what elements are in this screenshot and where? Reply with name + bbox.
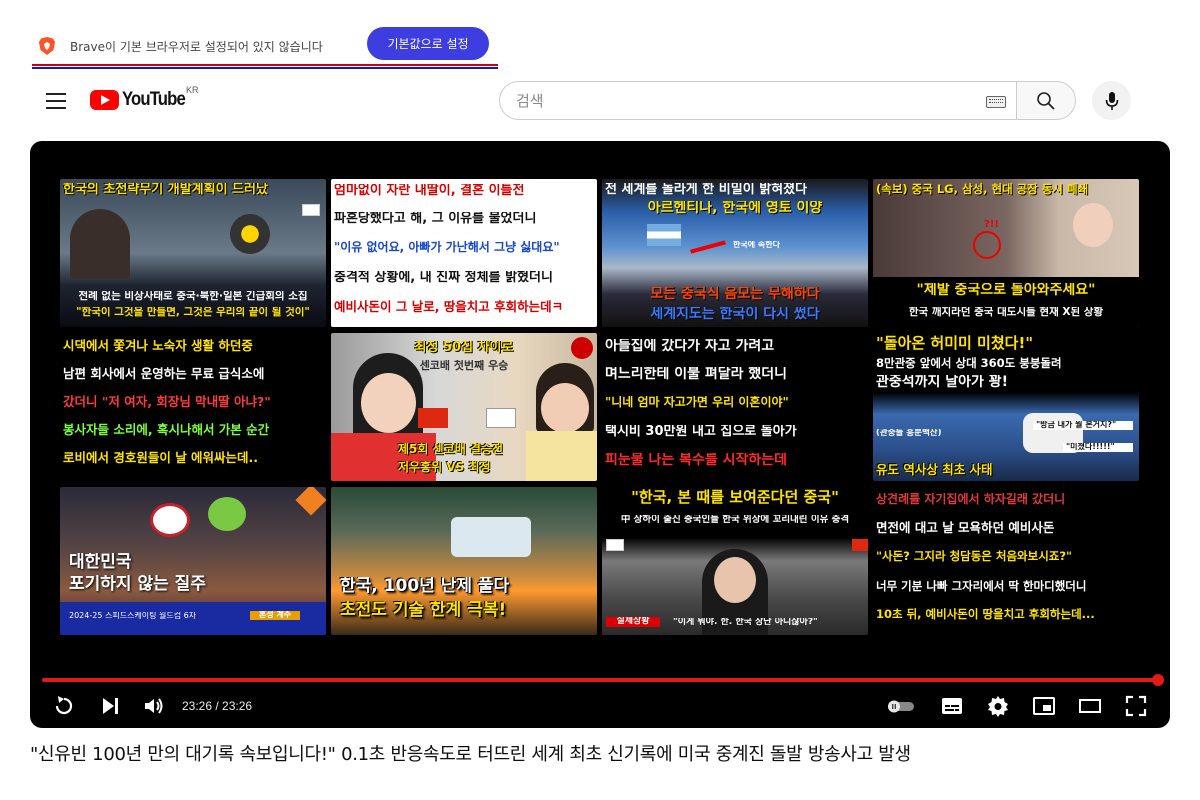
thumbnail-7-line-2: 며느리한테 이불 펴달라 했더니 — [605, 367, 788, 382]
thumbnail-9-line-2: 포기하지 않는 질주 — [69, 575, 206, 594]
end-screen-grid: 한국의 초전략무기 개발계획이 드러났 전례 없는 비상사태로 중국·북한·일본… — [60, 179, 1140, 635]
youtube-play-logo-icon — [90, 90, 119, 110]
thumbnail-1-line-3: "한국이 그것을 만들면, 그것은 우리의 끝이 될 것이" — [76, 307, 310, 318]
time-display: 23:26 / 23:26 — [182, 699, 253, 713]
thumbnail-4-line-1: (속보) 중국 LG, 삼성, 현대 공장 동시 폐쇄 — [876, 183, 1089, 196]
youtube-logo-text: YouTube — [122, 89, 186, 110]
thumbnail-5-line-5: 로비에서 경호원들이 날 에워싸는데.. — [63, 451, 259, 465]
menu-hamburger-icon[interactable] — [46, 93, 66, 109]
thumbnail-11-line-2: 中 상하이 출신 중국인들 한국 위상에 꼬리내린 이유 충격 — [620, 515, 850, 525]
thumbnail-3-line-2: 아르헨티나, 한국에 영토 이양 — [647, 201, 823, 216]
youtube-logo[interactable]: YouTube KR — [90, 85, 199, 111]
volume-icon[interactable] — [142, 694, 166, 718]
microphone-icon — [1105, 91, 1118, 110]
thumbnail-5-line-2: 남편 회사에서 운영하는 무료 급식소에 — [63, 367, 265, 381]
thumbnail-3-line-3: 한국에 속한다 — [733, 241, 780, 249]
thumbnail-6-line-1: 최정 50집 차이로 — [414, 341, 514, 355]
thumbnail-7-line-1: 아들집에 갔다가 자고 가려고 — [605, 339, 775, 354]
thumbnail-6-line-3: 제5회 센코배 결승전 — [398, 443, 504, 456]
suggested-video-thumbnail-3[interactable]: 전 세계를 놀라게 한 비밀이 밝혀졌다 아르헨티나, 한국에 영토 이양 한국… — [602, 179, 868, 327]
search-box — [499, 81, 1016, 120]
thumbnail-5-line-1: 시댁에서 쫓겨나 노숙자 생활 하던중 — [63, 339, 253, 353]
suggested-video-thumbnail-6[interactable]: 최정 50집 차이로 센코배 첫번째 우승 제5회 센코배 결승전 저우홍위 V… — [331, 333, 597, 481]
thumbnail-4-line-3: "제발 중국으로 돌아와주세요" — [916, 283, 1096, 298]
thumbnail-10-line-1: 한국, 100년 난제 풀다 — [340, 577, 510, 596]
country-code-label: KR — [186, 85, 199, 95]
thumbnail-5-line-4: 봉사자들 소리에, 혹시나해서 가본 순간 — [63, 423, 270, 437]
keyboard-icon[interactable] — [986, 96, 1006, 108]
thumbnail-1-line-2: 전례 없는 비상사태로 중국·북한·일본 긴급회의 소집 — [78, 291, 308, 302]
suggested-video-thumbnail-8[interactable]: "돌아온 허미미 미쳤다!" 8만관중 앞에서 상대 360도 붕붕돌려 관중석… — [873, 333, 1139, 481]
player-controls: 23:26 / 23:26 — [30, 691, 1170, 721]
suggested-video-thumbnail-1[interactable]: 한국의 초전략무기 개발계획이 드러났 전례 없는 비상사태로 중국·북한·일본… — [60, 179, 326, 327]
autoplay-toggle-icon[interactable] — [886, 694, 918, 718]
brave-banner-message: Brave이 기본 브라우저로 설정되어 있지 않습니다 — [70, 39, 323, 54]
search-button[interactable] — [1016, 81, 1076, 120]
thumbnail-2-line-3: "이유 없어요, 아빠가 가난해서 그냥 싫대요" — [334, 241, 560, 254]
suggested-video-thumbnail-9[interactable]: 대한민국 포기하지 않는 질주 2024-25 스피드스케이팅 월드컵 6차 혼… — [60, 487, 326, 635]
thumbnail-11-line-4: "이게 뭐야. 한. 한국 장난 아니잖아?" — [673, 618, 818, 627]
thumbnail-12-line-1: 상견례를 자기집에서 하자길래 갔더니 — [876, 493, 1066, 506]
replay-icon[interactable] — [52, 694, 76, 718]
thumbnail-2-line-5: 예비사돈이 그 날로, 땅을치고 후회하는데ㅋ — [334, 300, 564, 314]
thumbnail-8-line-6: "미쳤다!!!!!" — [1063, 443, 1133, 452]
youtube-header: YouTube KR — [0, 76, 1200, 126]
thumbnail-11-line-1: "한국, 본 때를 보여준다던 중국" — [631, 489, 839, 506]
thumbnail-8-line-1: "돌아온 허미미 미쳤다!" — [876, 335, 1034, 352]
thumbnail-12-line-2: 면전에 대고 날 모욕하던 예비사돈 — [876, 521, 1055, 535]
subtitles-icon[interactable] — [940, 694, 964, 718]
video-player[interactable]: 한국의 초전략무기 개발계획이 드러났 전례 없는 비상사태로 중국·북한·일본… — [30, 141, 1170, 728]
thumbnail-7-line-4: 택시비 30만원 내고 집으로 돌아가 — [605, 425, 797, 439]
thumbnail-4-line-2: ?!! — [984, 219, 999, 230]
thumbnail-7-line-5: 피눈물 나는 복수를 시작하는데 — [605, 453, 788, 468]
thumbnail-6-line-4: 저우홍위 VS 최정 — [398, 461, 491, 474]
thumbnail-9-line-4: 혼성 계주 — [250, 611, 300, 620]
thumbnail-4-line-4: 한국 깨지라던 중국 대도시들 현재 X된 상황 — [908, 307, 1104, 318]
miniplayer-icon[interactable] — [1032, 694, 1056, 718]
suggested-video-thumbnail-10[interactable]: 한국, 100년 난제 풀다 초전도 기술 한계 극복! — [331, 487, 597, 635]
thumbnail-5-line-3: 갔더니 "저 여자, 회장님 막내딸 아냐?" — [63, 395, 271, 409]
suggested-video-thumbnail-12[interactable]: 상견례를 자기집에서 하자길래 갔더니 면전에 대고 날 모욕하던 예비사돈 "… — [873, 487, 1139, 635]
thumbnail-8-line-3: 관중석까지 날아가 꽝! — [876, 375, 1009, 390]
thumbnail-3-line-5: 세계지도는 한국이 다시 썼다 — [650, 307, 820, 322]
thumbnail-10-line-2: 초전도 기술 한계 극복! — [340, 601, 507, 620]
video-title: "신유빈 100년 만의 대기록 속보입니다!" 0.1초 반응속도로 터뜨린 … — [30, 744, 911, 765]
thumbnail-3-line-4: 모든 중국식 음모는 무해하다 — [650, 287, 820, 302]
progress-bar[interactable] — [42, 678, 1158, 682]
brave-lion-icon — [39, 37, 55, 55]
suggested-video-thumbnail-2[interactable]: 엄마없이 자란 내딸이, 결혼 이틀전 파혼당했다고 해, 그 이유를 물었더니… — [331, 179, 597, 327]
thumbnail-3-line-1: 전 세계를 놀라게 한 비밀이 밝혀졌다 — [605, 183, 808, 197]
next-video-icon[interactable] — [98, 694, 122, 718]
thumbnail-2-line-4: 충격적 상황에, 내 진짜 정체를 밝혔더니 — [334, 271, 553, 285]
thumbnail-6-line-2: 센코배 첫번째 우승 — [419, 360, 509, 372]
thumbnail-11-line-3: 실제상황 — [606, 617, 660, 627]
thumbnail-2-line-1: 엄마없이 자란 내딸이, 결혼 이틀전 — [334, 184, 525, 198]
thumbnail-8-line-7: 유도 역사상 최초 사태 — [876, 463, 993, 477]
settings-gear-icon[interactable] — [986, 694, 1010, 718]
theater-mode-icon[interactable] — [1078, 694, 1102, 718]
set-default-browser-button[interactable]: 기본값으로 설정 — [367, 27, 489, 60]
thumbnail-12-line-5: 10초 뒤, 예비사돈이 땅을치고 후회하는데... — [876, 608, 1095, 621]
thumbnail-8-line-4: (관중들 흥분백산) — [876, 429, 942, 438]
thumbnail-9-line-1: 대한민국 — [69, 553, 132, 572]
thumbnail-12-line-3: "사돈? 그지라 청담동은 처음와보시죠?" — [876, 550, 1073, 563]
search-input[interactable] — [516, 91, 956, 110]
fullscreen-icon[interactable] — [1124, 694, 1148, 718]
brave-default-browser-banner: Brave이 기본 브라우저로 설정되어 있지 않습니다 기본값으로 설정 — [32, 22, 498, 70]
suggested-video-thumbnail-11[interactable]: "한국, 본 때를 보여준다던 중국" 中 상하이 출신 중국인들 한국 위상에… — [602, 487, 868, 635]
suggested-video-thumbnail-4[interactable]: (속보) 중국 LG, 삼성, 현대 공장 동시 폐쇄 ?!! "제발 중국으로… — [873, 179, 1139, 327]
search-icon — [1037, 91, 1055, 110]
thumbnail-7-line-3: "니네 엄마 자고가면 우리 이혼이야" — [605, 396, 789, 409]
thumbnail-8-line-5: "방금 내가 뭘 본거지?" — [1033, 421, 1133, 430]
suggested-video-thumbnail-7[interactable]: 아들집에 갔다가 자고 가려고 며느리한테 이불 펴달라 했더니 "니네 엄마 … — [602, 333, 868, 481]
thumbnail-12-line-4: 너무 기분 나빠 그자리에서 딱 한마디했더니 — [876, 580, 1087, 593]
voice-search-button[interactable] — [1092, 81, 1131, 120]
thumbnail-8-line-2: 8만관중 앞에서 상대 360도 붕붕돌려 — [876, 357, 1062, 370]
thumbnail-1-line-1: 한국의 초전략무기 개발계획이 드러났 — [63, 183, 268, 197]
thumbnail-2-line-2: 파혼당했다고 해, 그 이유를 물었더니 — [334, 212, 537, 226]
progress-scrubber-handle[interactable] — [1152, 674, 1164, 686]
suggested-video-thumbnail-5[interactable]: 시댁에서 쫓겨나 노숙자 생활 하던중 남편 회사에서 운영하는 무료 급식소에… — [60, 333, 326, 481]
brave-banner-underline — [32, 64, 498, 69]
